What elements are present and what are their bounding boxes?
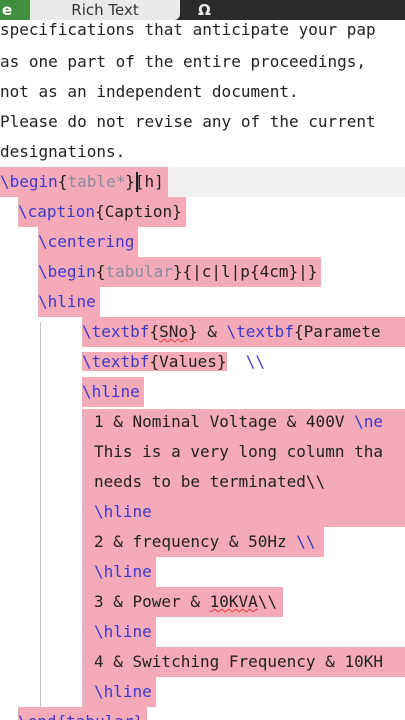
latex-command: \hline <box>38 292 96 311</box>
spellcheck-word: 10KVA <box>209 592 258 611</box>
header-cell: {Values} <box>149 352 227 371</box>
highlighted-segment: \textbf{Values} <box>82 352 227 371</box>
begin-tabular-line: \begin{tabular}{|c|l|p{4cm}|} <box>38 257 322 287</box>
latex-command: \hline <box>94 562 152 581</box>
table-row-line: 2 & frequency & 50Hz \\ <box>82 527 324 557</box>
tab-rich-text[interactable]: Rich Text <box>30 0 180 20</box>
latex-command: \hline <box>94 622 152 641</box>
indent-guide <box>40 322 41 707</box>
header-row-cont-line: \textbf{Values} \\ <box>82 347 265 377</box>
omega-symbol-icon[interactable]: Ω <box>198 0 222 20</box>
header-cell: {Paramete <box>293 322 381 341</box>
environment-name: table* <box>67 172 126 191</box>
hline-line: \hline <box>82 557 156 587</box>
hline-line: \hline <box>82 377 144 407</box>
row-text: 2 & frequency & 50Hz <box>94 532 297 551</box>
latex-command: \textbf <box>82 322 150 341</box>
table-row-cont-line: needs to be terminated\\ <box>94 472 326 491</box>
latex-command: \end{tabular} <box>18 712 143 720</box>
spellcheck-word: SNo <box>159 322 188 341</box>
latex-command: \caption <box>18 202 96 221</box>
code-editor[interactable]: specifications that anticipate your pap … <box>0 20 405 720</box>
latex-command: \textbf <box>226 322 294 341</box>
line-break-command: \\ <box>257 592 278 611</box>
header-row-line: \textbf{SNo} & \textbf{Paramete <box>82 317 405 347</box>
centering-line: \centering <box>38 227 139 257</box>
tab-code-editor[interactable]: e <box>0 0 30 20</box>
hline-line: \hline <box>82 497 156 527</box>
option-text: [h] <box>134 172 164 191</box>
begin-table-line: \begin{table*}[h] <box>0 167 168 197</box>
latex-command: \hline <box>94 502 152 521</box>
latex-command: \begin <box>38 262 96 281</box>
editor-line: as one part of the entire proceedings, <box>0 52 367 71</box>
brace: { <box>95 262 106 281</box>
caption-arg: {Caption} <box>95 202 182 221</box>
line-break-command: \\ <box>226 352 266 371</box>
indent-guide <box>84 412 85 707</box>
table-row-cont-line: This is a very long column tha <box>94 442 383 461</box>
brace: } <box>125 172 135 191</box>
text-cursor <box>136 172 138 192</box>
caption-line: \caption{Caption} <box>18 197 186 227</box>
editor-line: specifications that anticipate your pap <box>0 20 376 39</box>
latex-command: \hline <box>82 382 140 401</box>
latex-command: \hline <box>94 682 152 701</box>
editor-toolbar: e Rich Text Ω <box>0 0 405 20</box>
latex-command: \centering <box>38 232 135 251</box>
brace: { <box>57 172 68 191</box>
editor-line: not as an independent document. <box>0 82 299 101</box>
hline-line: \hline <box>38 287 100 317</box>
table-row-line: 1 & Nominal Voltage & 400V \ne <box>94 407 383 437</box>
hline-line: \hline <box>82 677 156 707</box>
latex-command: \ne <box>354 412 383 431</box>
cell-separator: } & <box>187 322 227 341</box>
latex-command: \textbf <box>82 352 150 371</box>
line-break-command: \\ <box>296 532 316 551</box>
editor-line: Please do not revise any of the current <box>0 112 376 131</box>
latex-command: \begin <box>0 172 58 191</box>
row-text: 3 & Power & <box>94 592 210 611</box>
row-text: 1 & Nominal Voltage & 400V <box>94 412 355 431</box>
end-tabular-line: \end{tabular} <box>18 707 148 720</box>
table-row-line: 4 & Switching Frequency & 10KH <box>82 647 405 677</box>
column-spec: }{|c|l|p{4cm}|} <box>172 262 318 281</box>
hline-line: \hline <box>82 617 156 647</box>
editor-line: designations. <box>0 142 126 161</box>
environment-name: tabular <box>105 262 173 281</box>
table-row-line: 3 & Power & 10KVA\\ <box>82 587 284 617</box>
brace: { <box>149 322 160 341</box>
